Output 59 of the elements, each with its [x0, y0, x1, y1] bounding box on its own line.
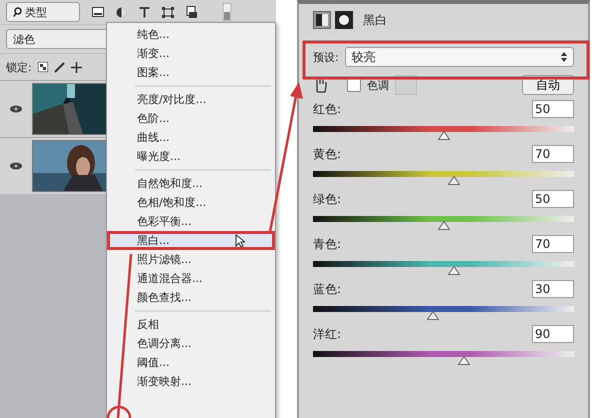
menu-item[interactable]: 曝光度... [107, 147, 275, 166]
menu-item[interactable]: 亮度/对比度... [107, 90, 275, 109]
eye-icon[interactable] [9, 105, 23, 113]
toggle-icon[interactable] [223, 3, 231, 21]
menu-item[interactable]: 渐变映射... [107, 372, 275, 391]
menu-item[interactable]: 反相 [107, 315, 275, 334]
tint-label: 色调 [367, 78, 389, 92]
slider-thumb[interactable] [438, 131, 450, 140]
blend-mode-dropdown[interactable]: 滤色 [6, 29, 108, 49]
half-circle-icon[interactable] [116, 6, 127, 18]
adjustment-layer-icon[interactable] [313, 11, 331, 29]
transform-icon[interactable] [162, 6, 174, 18]
checkerboard-icon[interactable] [38, 62, 48, 72]
preset-label: 预设: [313, 50, 339, 64]
menu-item[interactable]: 纯色... [107, 25, 275, 44]
move-icon[interactable] [70, 62, 82, 72]
menu-item[interactable]: 照片滤镜... [107, 250, 275, 269]
value-field[interactable]: 50 [532, 190, 574, 208]
preset-select[interactable]: 较亮 [344, 47, 574, 67]
menu-item[interactable]: 色相/饱和度... [107, 193, 275, 212]
panel-title: 黑白 [363, 12, 387, 28]
channel-label: 青色: [313, 236, 342, 252]
stepper-icon [561, 52, 567, 62]
menu-item[interactable]: 色阶... [107, 109, 275, 128]
channel-label: 蓝色: [313, 280, 342, 298]
eye-icon[interactable] [9, 162, 23, 170]
lock-label: 锁定: [6, 60, 32, 74]
menu-item[interactable]: 色彩平衡... [107, 212, 275, 231]
slider-thumb[interactable] [438, 221, 450, 230]
slider-thumb[interactable] [427, 311, 440, 320]
image-icon[interactable] [92, 7, 104, 17]
value-field[interactable]: 30 [532, 280, 574, 298]
menu-item[interactable]: 色调分离... [107, 334, 275, 353]
slider-thumb[interactable] [448, 266, 460, 275]
slider-thumb[interactable] [448, 176, 460, 185]
channel-label: 黄色: [313, 146, 342, 162]
value-field[interactable]: 50 [532, 100, 574, 118]
channel-label: 绿色: [313, 190, 342, 208]
document-icon[interactable] [186, 6, 197, 18]
menu-item[interactable]: 渐变... [107, 44, 275, 63]
menu-item[interactable]: 自然饱和度... [107, 174, 275, 193]
type-icon[interactable] [139, 6, 150, 18]
menu-item[interactable]: 通道混合器... [107, 269, 275, 288]
mask-icon[interactable] [335, 11, 353, 29]
menu-item[interactable]: 图案... [107, 63, 275, 82]
cursor-icon [235, 234, 245, 248]
menu-item[interactable]: 曲线... [107, 128, 275, 147]
value-field[interactable]: 70 [532, 145, 574, 163]
slider-thumb[interactable] [458, 356, 470, 365]
brush-icon[interactable] [54, 62, 65, 72]
value-field[interactable]: 90 [532, 325, 574, 343]
filter-dropdown[interactable]: 类型 [6, 2, 80, 22]
menu-item[interactable]: 颜色查找... [107, 288, 275, 307]
channel-label: 红色: [313, 100, 342, 118]
search-icon [13, 7, 22, 17]
value-field[interactable]: 70 [532, 235, 574, 253]
channel-label: 洋红: [313, 326, 342, 342]
menu-item[interactable]: 黑白... [107, 231, 275, 250]
menu-item[interactable]: 阈值... [107, 353, 275, 372]
